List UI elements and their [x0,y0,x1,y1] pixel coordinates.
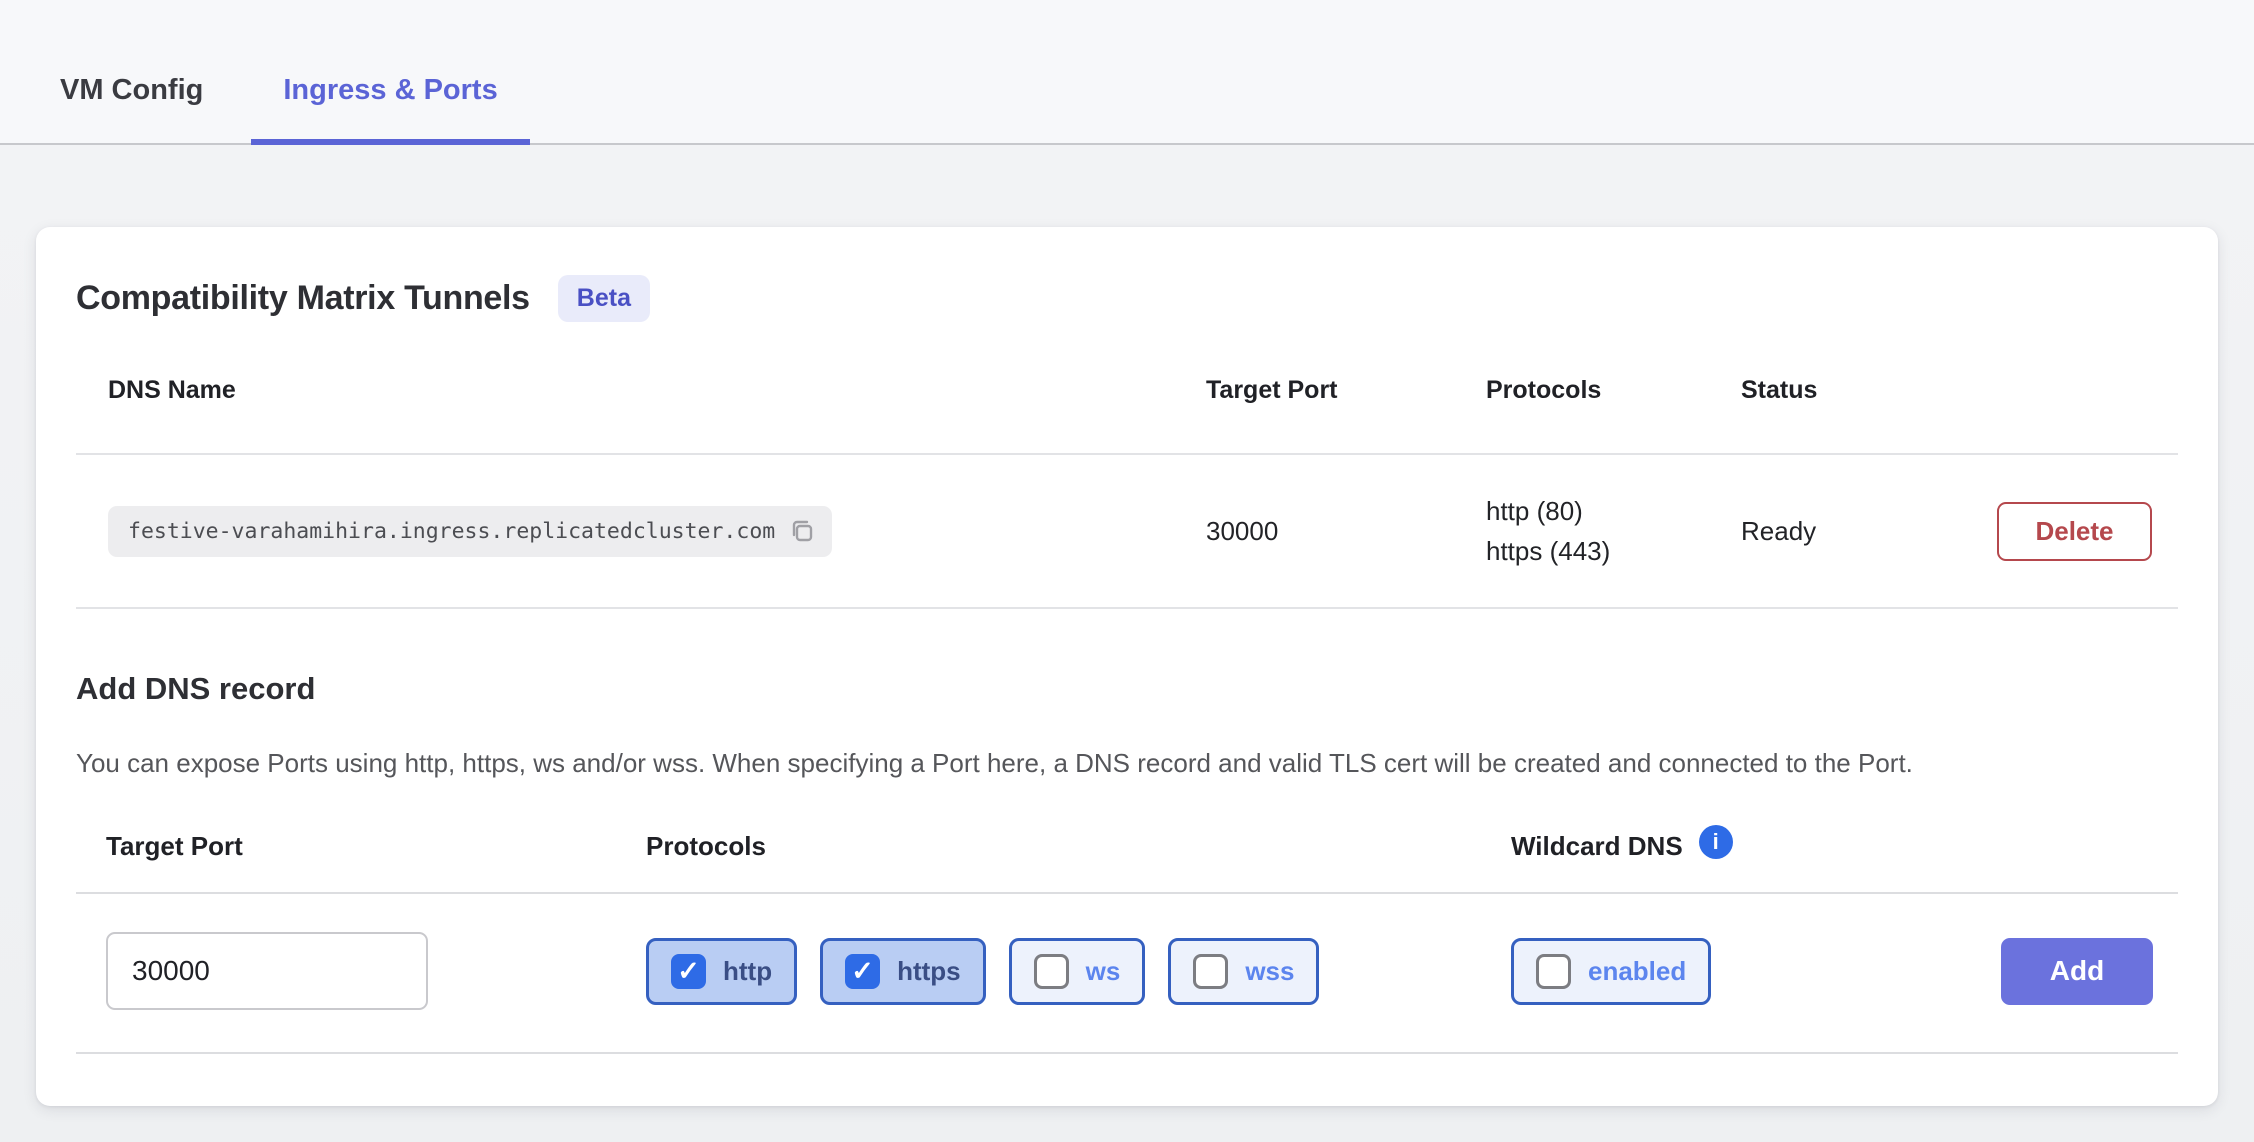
row-protocol-http: http (80) [1486,491,1709,531]
row-target-port: 30000 [1174,480,1454,583]
checkbox-icon [1536,954,1571,989]
row-protocols: http (80) https (443) [1454,455,1709,607]
tunnels-table: DNS Name Target Port Protocols Status fe… [76,368,2178,609]
col-header-protocols: Protocols [1454,368,1709,453]
wildcard-enabled-checkbox[interactable]: enabled [1511,938,1711,1005]
col-header-target-port: Target Port [1174,368,1454,453]
target-port-input[interactable] [106,932,428,1010]
table-header-row: DNS Name Target Port Protocols Status [76,368,2178,455]
protocol-checkbox-label: ws [1086,956,1121,987]
wildcard-enabled-label: enabled [1588,956,1686,987]
checkbox-icon [1034,954,1069,989]
tab-bar: VM Config Ingress & Ports [0,0,2254,145]
tab-vm-config[interactable]: VM Config [28,74,235,143]
wildcard-dns-label: Wildcard DNS [1511,831,1683,862]
protocols-label: Protocols [646,831,1511,862]
col-header-status: Status [1709,368,2146,453]
row-status: Ready [1709,480,1965,583]
add-dns-heading: Add DNS record [76,671,2178,707]
checkbox-icon [671,954,706,989]
add-dns-form-controls: http https ws wss enabled Add [76,894,2178,1054]
beta-badge: Beta [558,275,650,322]
copy-icon[interactable] [789,518,816,545]
table-row: festive-varahamihira.ingress.replicatedc… [76,455,2178,609]
dns-name-pill: festive-varahamihira.ingress.replicatedc… [108,506,832,557]
add-dns-form-labels: Target Port Protocols Wildcard DNS i [76,831,2178,894]
add-button[interactable]: Add [2001,938,2153,1005]
tunnels-card: Compatibility Matrix Tunnels Beta DNS Na… [36,227,2218,1106]
protocol-checkbox-http[interactable]: http [646,938,797,1005]
protocol-checkbox-https[interactable]: https [820,938,986,1005]
info-icon[interactable]: i [1699,825,1733,859]
tab-ingress-ports[interactable]: Ingress & Ports [251,74,529,143]
col-header-dns-name: DNS Name [76,368,1174,453]
protocol-checkbox-label: https [897,956,961,987]
protocol-checkbox-label: wss [1245,956,1294,987]
add-dns-description: You can expose Ports using http, https, … [76,743,2156,783]
checkbox-icon [845,954,880,989]
page-title: Compatibility Matrix Tunnels [76,279,530,318]
protocol-checkbox-wss[interactable]: wss [1168,938,1319,1005]
card-header: Compatibility Matrix Tunnels Beta [76,275,2178,322]
dns-name-value: festive-varahamihira.ingress.replicatedc… [128,519,775,544]
row-protocol-https: https (443) [1486,531,1709,571]
target-port-label: Target Port [106,831,646,862]
protocol-checkbox-label: http [723,956,772,987]
protocol-checkbox-group: http https ws wss [646,938,1511,1005]
checkbox-icon [1193,954,1228,989]
delete-button[interactable]: Delete [1997,502,2152,561]
protocol-checkbox-ws[interactable]: ws [1009,938,1146,1005]
